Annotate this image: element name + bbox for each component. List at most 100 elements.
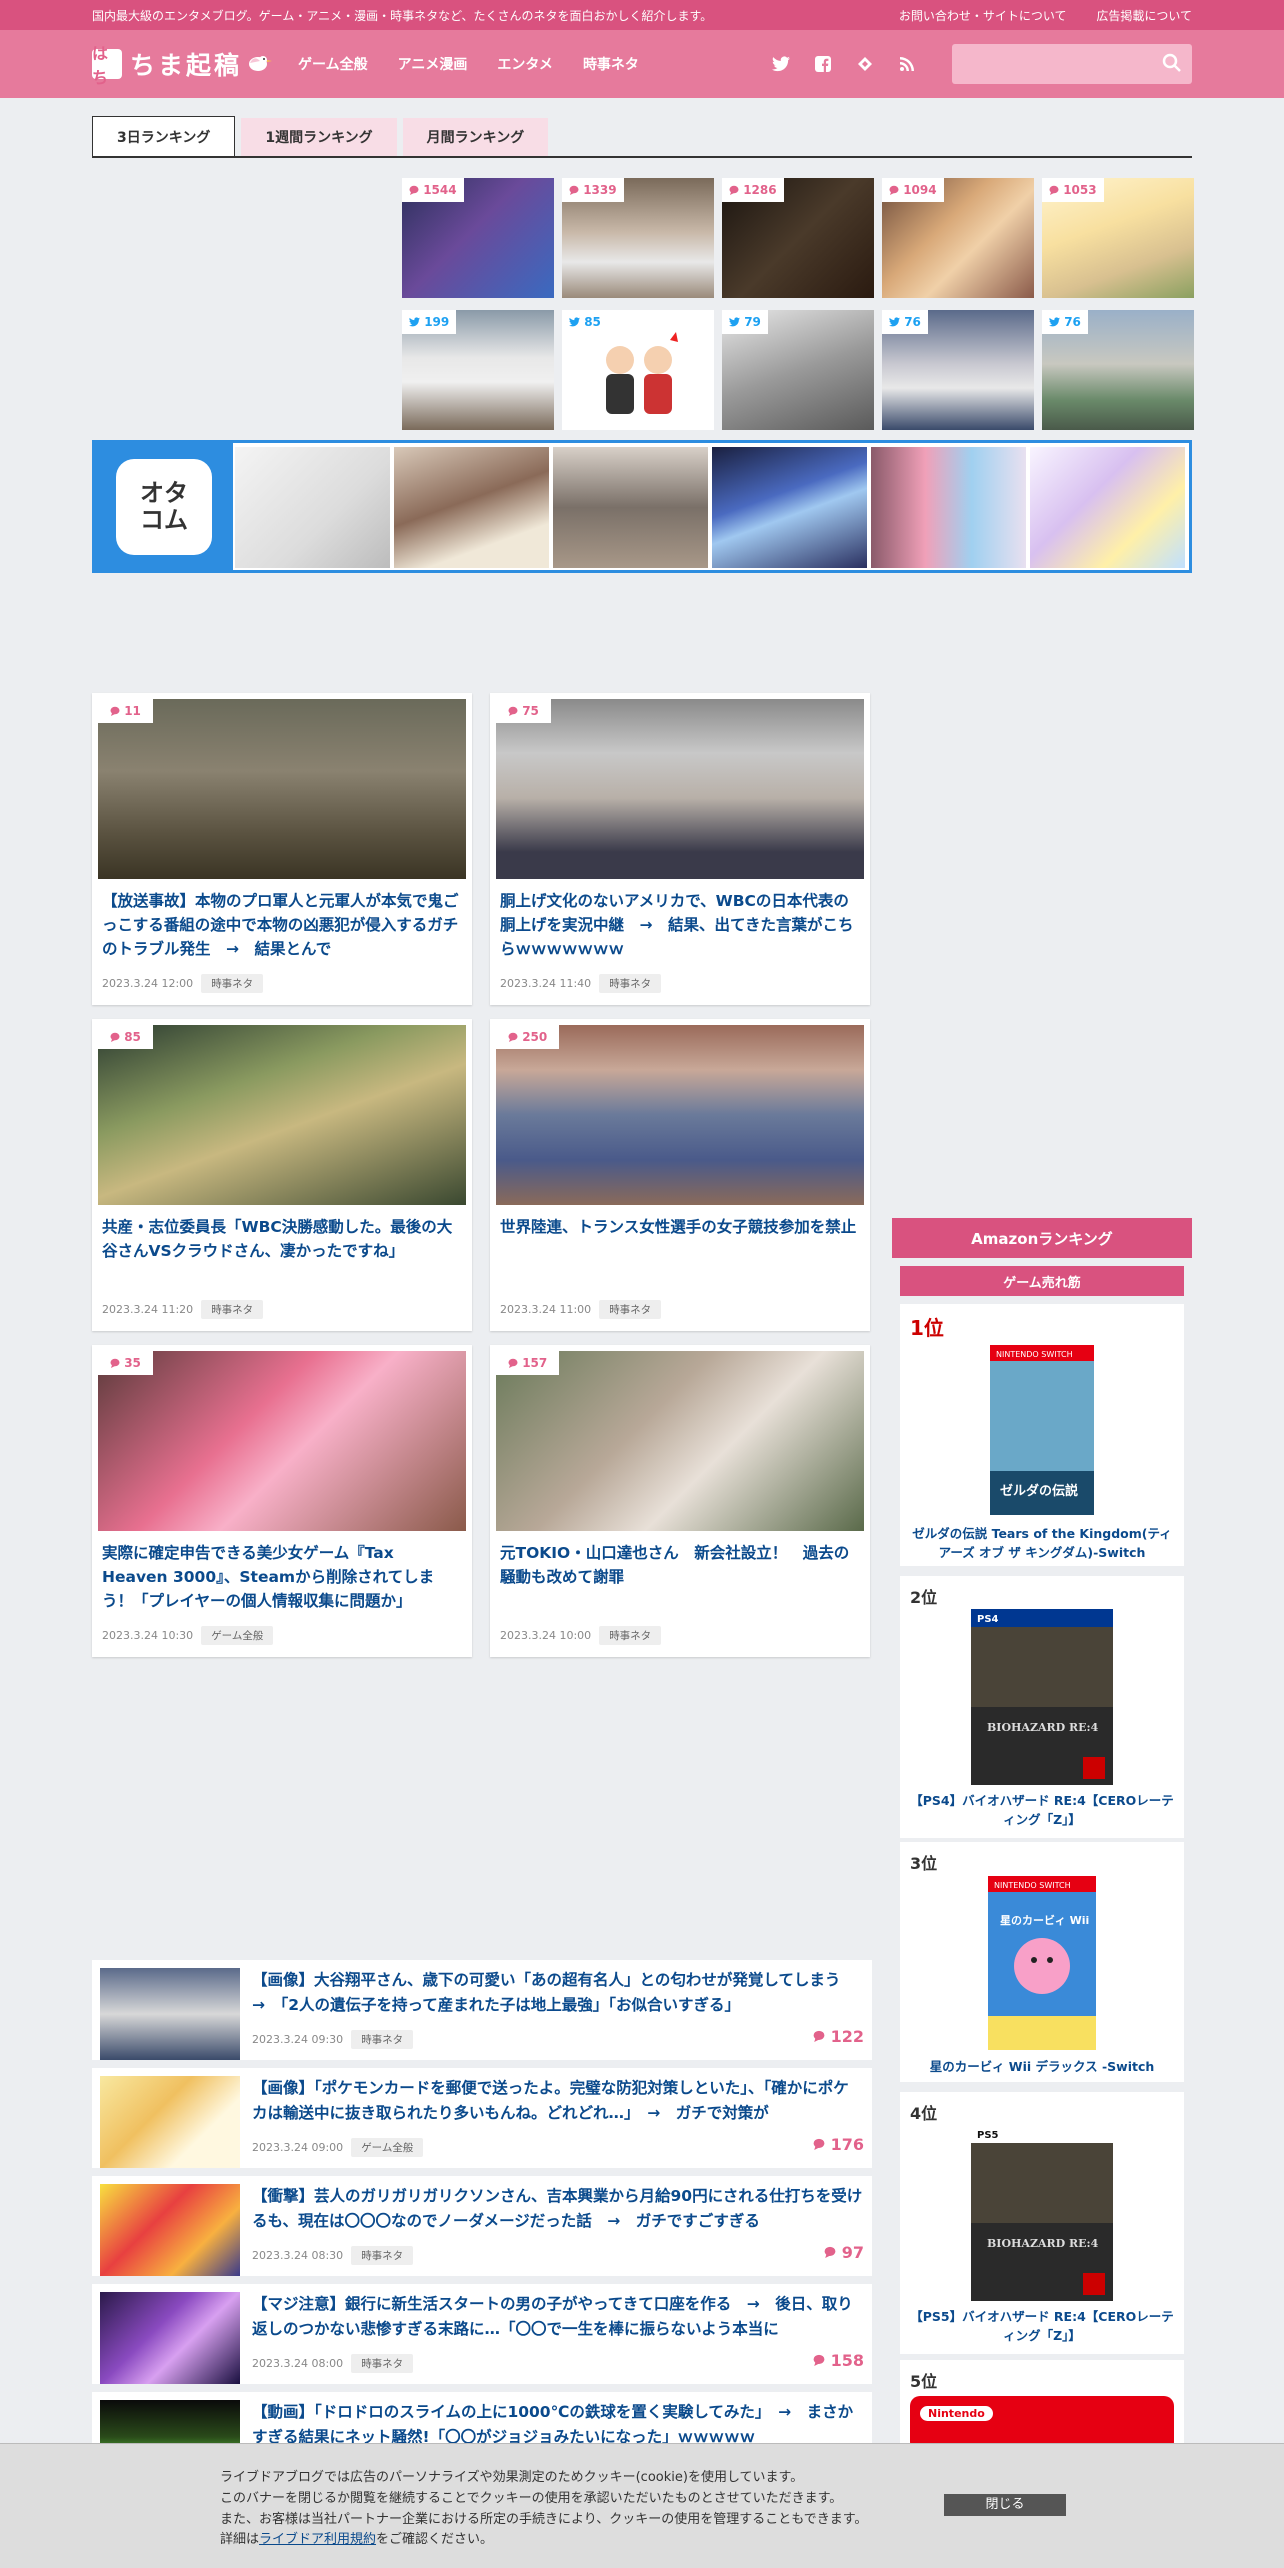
list-thumb[interactable]	[100, 1968, 240, 2060]
search-icon[interactable]	[1162, 53, 1182, 73]
article-title[interactable]: 共産・志位委員長「WBC決勝感動した。最後の大谷さんVSクラウドさん、凄かったで…	[98, 1215, 466, 1287]
list-title[interactable]: 【画像】大谷翔平さん、歳下の可愛い「あの超有名人」との匂わせが発覚してしまう →…	[252, 1968, 864, 2018]
tab-month[interactable]: 月間ランキング	[402, 118, 549, 156]
terms-link[interactable]: ライブドア利用規約	[259, 2532, 376, 2547]
product-image[interactable]: NINTENDO SWITCH 星のカービィ Wii	[988, 1876, 1096, 2050]
otacom-thumb[interactable]	[235, 447, 390, 568]
article-card[interactable]: 250 世界陸連、トランス女性選手の女子競技参加を禁止 2023.3.24 11…	[490, 1019, 870, 1331]
product-name[interactable]: 星のカービィ Wii デラックス -Switch	[910, 2058, 1174, 2077]
product-item[interactable]: 3位 NINTENDO SWITCH 星のカービィ Wii 星のカービィ Wii …	[900, 1842, 1184, 2082]
article-title[interactable]: 【放送事故】本物のプロ軍人と元軍人が本気で鬼ごっこする番組の途中で本物の凶悪犯が…	[98, 889, 466, 961]
list-thumb[interactable]	[100, 2292, 240, 2384]
comment-icon	[508, 706, 518, 716]
search-input[interactable]	[952, 44, 1152, 84]
article-image[interactable]: 157	[496, 1351, 864, 1531]
tab-1week[interactable]: 1週間ランキング	[241, 118, 397, 156]
product-item[interactable]: 5位 Nintendo	[900, 2360, 1184, 2452]
list-title[interactable]: 【画像】「ポケモンカードを郵便で送ったよ。完璧な防犯対策しといた」、「確かにポケ…	[252, 2076, 864, 2126]
product-item[interactable]: 4位 PS5 BIOHAZARD RE:4 【PS5】バイオハザード RE:4【C…	[900, 2092, 1184, 2354]
rss-icon[interactable]	[896, 53, 918, 75]
nav-entame[interactable]: エンタメ	[497, 54, 553, 74]
ranking-thumb[interactable]: 199	[402, 310, 554, 430]
ranking-thumb[interactable]: 79	[722, 310, 874, 430]
otacom-thumb[interactable]	[871, 447, 1026, 568]
article-image[interactable]: 11	[98, 699, 466, 879]
otacom-thumb[interactable]	[712, 447, 867, 568]
list-title[interactable]: 【衝撃】芸人のガリガリガリクソンさん、吉本興業から月給90円にされる仕打ちを受け…	[252, 2184, 864, 2234]
tab-3day[interactable]: 3日ランキング	[92, 116, 236, 156]
ranking-thumb[interactable]: 1053	[1042, 178, 1194, 298]
article-title[interactable]: 元TOKIO・山口達也さん 新会社設立！ 過去の騒動も改めて謝罪	[496, 1541, 864, 1613]
ranking-thumb[interactable]: 1094	[882, 178, 1034, 298]
ranking-thumb[interactable]: 1544	[402, 178, 554, 298]
category-tag[interactable]: ゲーム全般	[351, 2138, 424, 2157]
article-card[interactable]: 85 共産・志位委員長「WBC決勝感動した。最後の大谷さんVSクラウドさん、凄か…	[92, 1019, 472, 1331]
article-image[interactable]: 75	[496, 699, 864, 879]
category-tag[interactable]: 時事ネタ	[351, 2030, 414, 2049]
top-links: お問い合わせ・サイトについて 広告掲載について	[873, 7, 1192, 24]
twitter-icon[interactable]	[770, 53, 792, 75]
category-tag[interactable]: 時事ネタ	[599, 974, 662, 993]
list-item[interactable]: 【マジ注意】銀行に新生活スタートの男の子がやってきて口座を作る → 後日、取り返…	[92, 2284, 872, 2384]
otacom-thumb[interactable]	[394, 447, 549, 568]
ranking-thumb[interactable]: 1286	[722, 178, 874, 298]
product-image[interactable]: PS5 BIOHAZARD RE:4	[971, 2125, 1113, 2301]
category-tag[interactable]: 時事ネタ	[599, 1626, 662, 1645]
ranking-thumb[interactable]: 76	[882, 310, 1034, 430]
article-title[interactable]: 実際に確定申告できる美少女ゲーム『Tax Heaven 3000』、Steamか…	[98, 1541, 466, 1613]
product-name[interactable]: ゼルダの伝説 Tears of the Kingdom(ティアーズ オブ ザ キ…	[910, 1525, 1174, 1563]
site-logo[interactable]: はち ちま起稿	[92, 44, 273, 87]
product-name[interactable]: 【PS4】バイオハザード RE:4【CEROレーティング「Z」】	[910, 1792, 1174, 1830]
product-image[interactable]: PS4 BIOHAZARD RE:4	[971, 1609, 1113, 1785]
twitter-icon	[729, 317, 740, 327]
article-title[interactable]: 胴上げ文化のないアメリカで、WBCの日本代表の胴上げを実況中継 → 結果、出てき…	[496, 889, 864, 961]
list-body: 【画像】「ポケモンカードを郵便で送ったよ。完璧な防犯対策しといた」、「確かにポケ…	[252, 2076, 864, 2160]
article-title[interactable]: 世界陸連、トランス女性選手の女子競技参加を禁止	[496, 1215, 864, 1287]
list-item[interactable]: 【衝撃】芸人のガリガリガリクソンさん、吉本興業から月給90円にされる仕打ちを受け…	[92, 2176, 872, 2276]
article-card[interactable]: 157 元TOKIO・山口達也さん 新会社設立！ 過去の騒動も改めて謝罪 202…	[490, 1345, 870, 1657]
article-card[interactable]: 11 【放送事故】本物のプロ軍人と元軍人が本気で鬼ごっこする番組の途中で本物の凶…	[92, 693, 472, 1005]
facebook-icon[interactable]	[812, 53, 834, 75]
otacom-thumb[interactable]	[553, 447, 708, 568]
product-item[interactable]: 2位 PS4 BIOHAZARD RE:4 【PS4】バイオハザード RE:4【C…	[900, 1576, 1184, 1838]
product-item[interactable]: 1位 NINTENDO SWITCH ゼルダの伝説 ゼルダの伝説 Tears of…	[900, 1304, 1184, 1566]
cookie-text-3: また、お客様は当社パートナー企業における所定の手続きにより、クッキーの使用を管理…	[220, 2511, 868, 2527]
cookie-close-button[interactable]: 閉じる	[944, 2494, 1066, 2516]
ranking-thumb[interactable]: 85	[562, 310, 714, 430]
comment-count: 157	[496, 1351, 560, 1375]
product-image[interactable]: NINTENDO SWITCH ゼルダの伝説	[987, 1345, 1097, 1515]
ad-link[interactable]: 広告掲載について	[1096, 9, 1192, 23]
category-tag[interactable]: 時事ネタ	[351, 2246, 414, 2265]
nav-news[interactable]: 時事ネタ	[583, 54, 639, 74]
category-tag[interactable]: ゲーム全般	[201, 1626, 274, 1645]
category-tag[interactable]: 時事ネタ	[351, 2354, 414, 2373]
category-tag[interactable]: 時事ネタ	[201, 974, 264, 993]
article-image[interactable]: 35	[98, 1351, 466, 1531]
product-name[interactable]: 【PS5】バイオハザード RE:4【CEROレーティング「Z」】	[910, 2308, 1174, 2346]
comment-count: 11	[98, 699, 153, 723]
article-image[interactable]: 250	[496, 1025, 864, 1205]
comment-icon	[110, 706, 120, 716]
category-tag[interactable]: 時事ネタ	[599, 1300, 662, 1319]
category-tag[interactable]: 時事ネタ	[201, 1300, 264, 1319]
list-title[interactable]: 【マジ注意】銀行に新生活スタートの男の子がやってきて口座を作る → 後日、取り返…	[252, 2292, 864, 2342]
nav-anime[interactable]: アニメ漫画	[398, 54, 468, 74]
ranking-thumb[interactable]: 1339	[562, 178, 714, 298]
article-card[interactable]: 35 実際に確定申告できる美少女ゲーム『Tax Heaven 3000』、Ste…	[92, 1345, 472, 1657]
nav-game[interactable]: ゲーム全般	[298, 54, 368, 74]
article-card[interactable]: 75 胴上げ文化のないアメリカで、WBCの日本代表の胴上げを実況中継 → 結果、…	[490, 693, 870, 1005]
list-meta: 2023.3.24 09:00 ゲーム全般	[252, 2138, 864, 2157]
list-thumb[interactable]	[100, 2076, 240, 2168]
contact-link[interactable]: お問い合わせ・サイトについて	[899, 9, 1067, 23]
article-image[interactable]: 85	[98, 1025, 466, 1205]
ranking-thumb[interactable]: 76	[1042, 310, 1194, 430]
list-item[interactable]: 【画像】大谷翔平さん、歳下の可愛い「あの超有名人」との匂わせが発覚してしまう →…	[92, 1960, 872, 2060]
list-item[interactable]: 【画像】「ポケモンカードを郵便で送ったよ。完璧な防犯対策しといた」、「確かにポケ…	[92, 2068, 872, 2168]
list-thumb[interactable]	[100, 2184, 240, 2276]
comment-icon	[508, 1032, 518, 1042]
otacom-thumb[interactable]	[1030, 447, 1185, 568]
otacom-logo[interactable]: オタ コム	[95, 443, 233, 570]
feedly-icon[interactable]	[854, 53, 876, 75]
list-body: 【衝撃】芸人のガリガリガリクソンさん、吉本興業から月給90円にされる仕打ちを受け…	[252, 2184, 864, 2268]
otacom-banner[interactable]: オタ コム	[92, 440, 1192, 573]
